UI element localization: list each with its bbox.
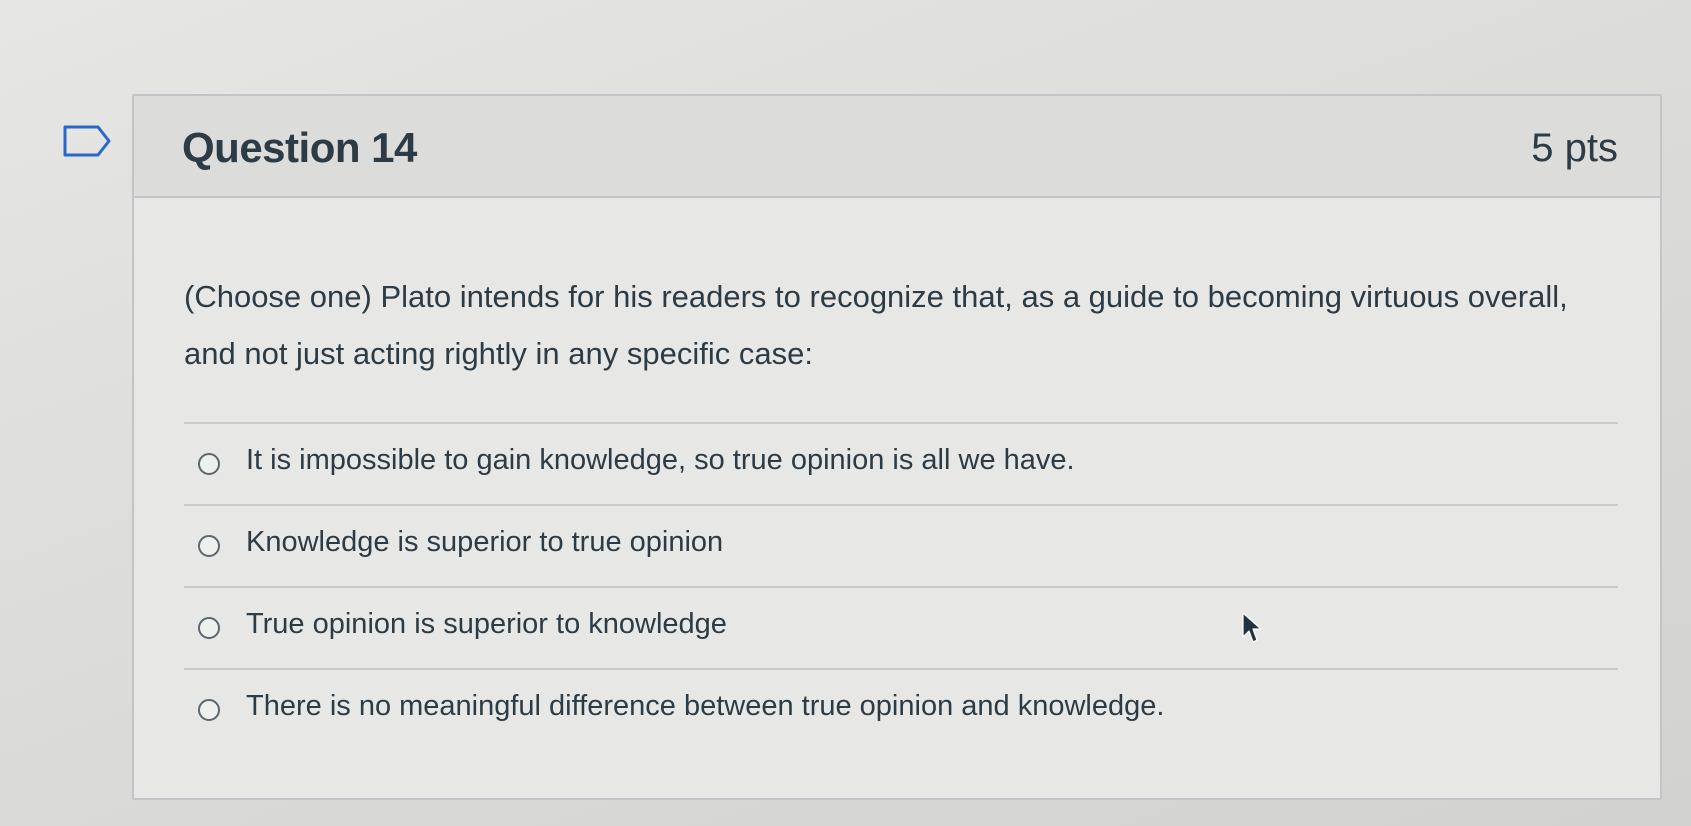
question-text: (Choose one) Plato intends for his reade… xyxy=(184,279,1568,371)
question-title: Question 14 xyxy=(182,124,417,171)
answer-label[interactable]: It is impossible to gain knowledge, so t… xyxy=(246,444,1075,477)
answer-list: It is impossible to gain knowledge, so t… xyxy=(184,422,1618,750)
answer-label[interactable]: Knowledge is superior to true opinion xyxy=(246,526,723,559)
answer-option-3[interactable]: True opinion is superior to knowledge xyxy=(184,586,1618,668)
answer-option-2[interactable]: Knowledge is superior to true opinion xyxy=(184,504,1618,586)
mouse-pointer-icon xyxy=(1242,612,1262,643)
radio-button[interactable] xyxy=(198,699,220,721)
answer-option-1[interactable]: It is impossible to gain knowledge, so t… xyxy=(184,422,1618,504)
answer-option-4[interactable]: There is no meaningful difference betwee… xyxy=(184,668,1618,750)
answer-label[interactable]: There is no meaningful difference betwee… xyxy=(246,690,1164,723)
question-card: Question 14 5 pts (Choose one) Plato int… xyxy=(132,94,1662,800)
answer-label[interactable]: True opinion is superior to knowledge xyxy=(246,608,727,641)
question-header: Question 14 5 pts xyxy=(134,96,1660,198)
radio-button[interactable] xyxy=(198,535,220,557)
radio-button[interactable] xyxy=(198,453,220,475)
flag-question-icon[interactable] xyxy=(62,124,112,158)
question-points: 5 pts xyxy=(1531,126,1618,170)
radio-button[interactable] xyxy=(198,617,220,639)
